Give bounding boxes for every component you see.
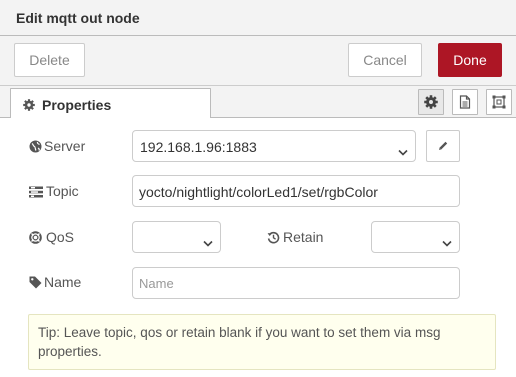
topic-label: Topic bbox=[46, 183, 79, 199]
chevron-down-icon bbox=[203, 234, 213, 250]
dialog-toolbar: Delete Cancel Done bbox=[0, 37, 516, 86]
retain-label: Retain bbox=[283, 229, 324, 245]
globe-icon bbox=[29, 140, 42, 156]
life-ring-icon bbox=[29, 231, 42, 247]
topic-row: Topic yocto/nightlight/colorLed1/set/rgb… bbox=[0, 175, 516, 209]
node-settings-tab-button[interactable] bbox=[418, 89, 444, 115]
delete-button[interactable]: Delete bbox=[14, 43, 85, 77]
name-label: Name bbox=[44, 274, 82, 290]
server-label: Server bbox=[44, 138, 86, 154]
qos-retain-row: QoS Retain bbox=[0, 221, 516, 255]
edit-server-button[interactable] bbox=[426, 130, 460, 162]
chevron-down-icon bbox=[442, 234, 452, 250]
tab-properties-label: Properties bbox=[42, 97, 112, 113]
done-button[interactable]: Done bbox=[438, 43, 502, 77]
tab-properties[interactable]: Properties bbox=[10, 88, 211, 119]
chevron-down-icon bbox=[398, 143, 408, 159]
name-input[interactable]: Name bbox=[132, 267, 460, 299]
tag-icon bbox=[29, 276, 42, 292]
name-placeholder: Name bbox=[139, 276, 174, 291]
tip-text: Tip: Leave topic, qos or retain blank if… bbox=[38, 325, 441, 359]
tabs-bar: Properties bbox=[0, 86, 516, 119]
server-select[interactable]: 192.168.1.96:1883 bbox=[132, 130, 416, 162]
cog-icon bbox=[23, 98, 35, 114]
properties-panel: Server 192.168.1.96:1883 Topic yocto/nig… bbox=[0, 118, 516, 377]
cancel-button[interactable]: Cancel bbox=[348, 43, 422, 77]
qos-label: QoS bbox=[46, 229, 75, 245]
qos-select[interactable] bbox=[132, 221, 221, 253]
history-icon bbox=[267, 231, 280, 247]
node-appearance-tab-button[interactable] bbox=[486, 89, 512, 115]
topic-value: yocto/nightlight/colorLed1/set/rgbColor bbox=[139, 184, 378, 200]
tip-box: Tip: Leave topic, qos or retain blank if… bbox=[28, 314, 496, 370]
server-row: Server 192.168.1.96:1883 bbox=[0, 130, 516, 164]
retain-select[interactable] bbox=[371, 221, 460, 253]
tasks-icon bbox=[29, 185, 43, 201]
topic-input[interactable]: yocto/nightlight/colorLed1/set/rgbColor bbox=[132, 175, 460, 207]
node-description-tab-button[interactable] bbox=[452, 89, 478, 115]
name-row: Name Name bbox=[0, 267, 516, 301]
server-value: 192.168.1.96:1883 bbox=[140, 139, 257, 155]
dialog-title: Edit mqtt out node bbox=[16, 10, 140, 26]
dialog-header: Edit mqtt out node bbox=[0, 0, 516, 36]
